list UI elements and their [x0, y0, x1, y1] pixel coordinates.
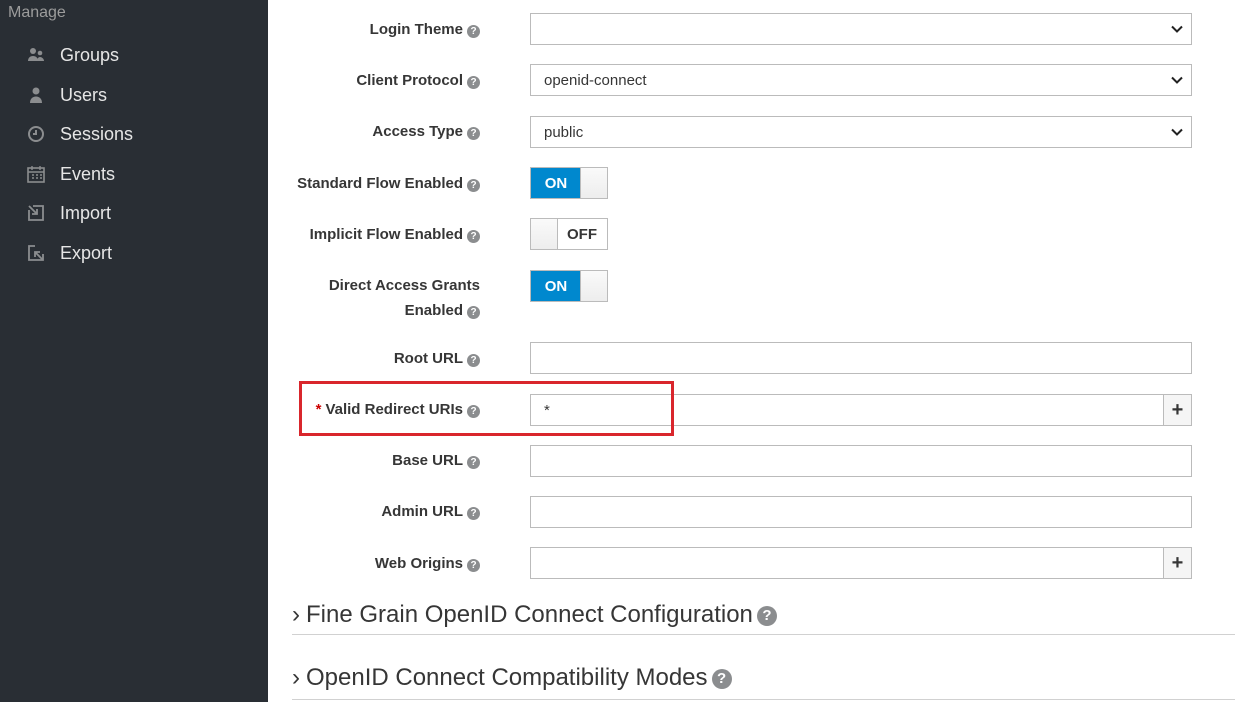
compatibility-modes-section[interactable]: › OpenID Connect Compatibility Modes?: [292, 664, 1235, 700]
calendar-icon: [26, 164, 46, 184]
web-origins-input[interactable]: [530, 547, 1164, 579]
export-icon: [26, 243, 46, 263]
login-theme-select[interactable]: [530, 13, 1192, 45]
valid-redirect-uris-input[interactable]: *: [530, 394, 1164, 426]
toggle-state: ON: [531, 168, 581, 198]
root-url-label: Root URL?: [394, 346, 480, 371]
required-mark: *: [315, 401, 322, 418]
client-protocol-select[interactable]: openid-connect: [530, 64, 1192, 96]
add-redirect-uri-button[interactable]: +: [1163, 394, 1192, 426]
help-icon[interactable]: ?: [467, 306, 480, 319]
add-web-origin-button[interactable]: +: [1163, 547, 1192, 579]
help-icon[interactable]: ?: [467, 456, 480, 469]
clock-icon: [26, 124, 46, 144]
help-icon[interactable]: ?: [756, 606, 777, 626]
standard-flow-toggle[interactable]: ON: [530, 167, 608, 199]
sidebar-item-label: Events: [60, 163, 116, 184]
help-icon[interactable]: ?: [467, 354, 480, 367]
help-icon[interactable]: ?: [467, 559, 480, 572]
help-icon[interactable]: ?: [467, 179, 480, 192]
help-icon[interactable]: ?: [711, 669, 732, 689]
toggle-knob: [580, 168, 607, 198]
chevron-down-icon: [1171, 25, 1183, 33]
chevron-down-icon: [1171, 76, 1183, 84]
client-protocol-label: Client Protocol?: [356, 68, 480, 93]
client-settings-form: Login Theme? Client Protocol? openid-con…: [268, 0, 1235, 702]
root-url-input[interactable]: [530, 342, 1192, 374]
chevron-right-icon: ›: [292, 601, 300, 628]
help-icon[interactable]: ?: [467, 76, 480, 89]
help-icon[interactable]: ?: [467, 25, 480, 38]
valid-redirect-uris-label: * Valid Redirect URIs?: [316, 397, 480, 422]
implicit-flow-label: Implicit Flow Enabled?: [310, 222, 480, 247]
sidebar-item-label: Import: [60, 202, 112, 223]
user-icon: [26, 85, 46, 105]
sidebar: Manage Groups Users Sessions Events Impo…: [0, 0, 268, 702]
sidebar-item-sessions[interactable]: Sessions: [0, 116, 268, 152]
sidebar-item-label: Export: [60, 242, 113, 263]
groups-icon: [26, 45, 46, 65]
access-type-select[interactable]: public: [530, 116, 1192, 148]
implicit-flow-toggle[interactable]: OFF: [530, 218, 608, 250]
sidebar-item-label: Sessions: [60, 123, 134, 144]
sidebar-item-import[interactable]: Import: [0, 195, 268, 231]
help-icon[interactable]: ?: [467, 230, 480, 243]
chevron-down-icon: [1171, 128, 1183, 136]
web-origins-label: Web Origins?: [375, 551, 480, 576]
help-icon[interactable]: ?: [467, 127, 480, 140]
admin-url-label: Admin URL?: [381, 499, 480, 524]
direct-access-label: Direct Access Grants Enabled?: [328, 277, 480, 319]
sidebar-item-label: Groups: [60, 44, 120, 65]
login-theme-label: Login Theme?: [370, 17, 480, 42]
sidebar-item-groups[interactable]: Groups: [0, 37, 268, 73]
fine-grain-config-section[interactable]: › Fine Grain OpenID Connect Configuration…: [292, 601, 1235, 635]
sidebar-item-label: Users: [60, 84, 108, 105]
toggle-knob: [580, 271, 607, 301]
sidebar-item-export[interactable]: Export: [0, 235, 268, 271]
toggle-state: ON: [531, 271, 581, 301]
help-icon[interactable]: ?: [467, 405, 480, 418]
import-icon: [26, 203, 46, 223]
standard-flow-label: Standard Flow Enabled?: [297, 171, 480, 196]
base-url-label: Base URL?: [392, 448, 480, 473]
admin-url-input[interactable]: [530, 496, 1192, 528]
sidebar-item-events[interactable]: Events: [0, 156, 268, 192]
access-type-label: Access Type?: [372, 119, 480, 144]
direct-access-toggle[interactable]: ON: [530, 270, 608, 302]
toggle-knob: [531, 219, 558, 249]
chevron-right-icon: ›: [292, 664, 300, 691]
sidebar-item-users[interactable]: Users: [0, 77, 268, 113]
base-url-input[interactable]: [530, 445, 1192, 477]
help-icon[interactable]: ?: [467, 507, 480, 520]
toggle-state: OFF: [567, 225, 597, 243]
sidebar-header: Manage: [8, 4, 66, 21]
